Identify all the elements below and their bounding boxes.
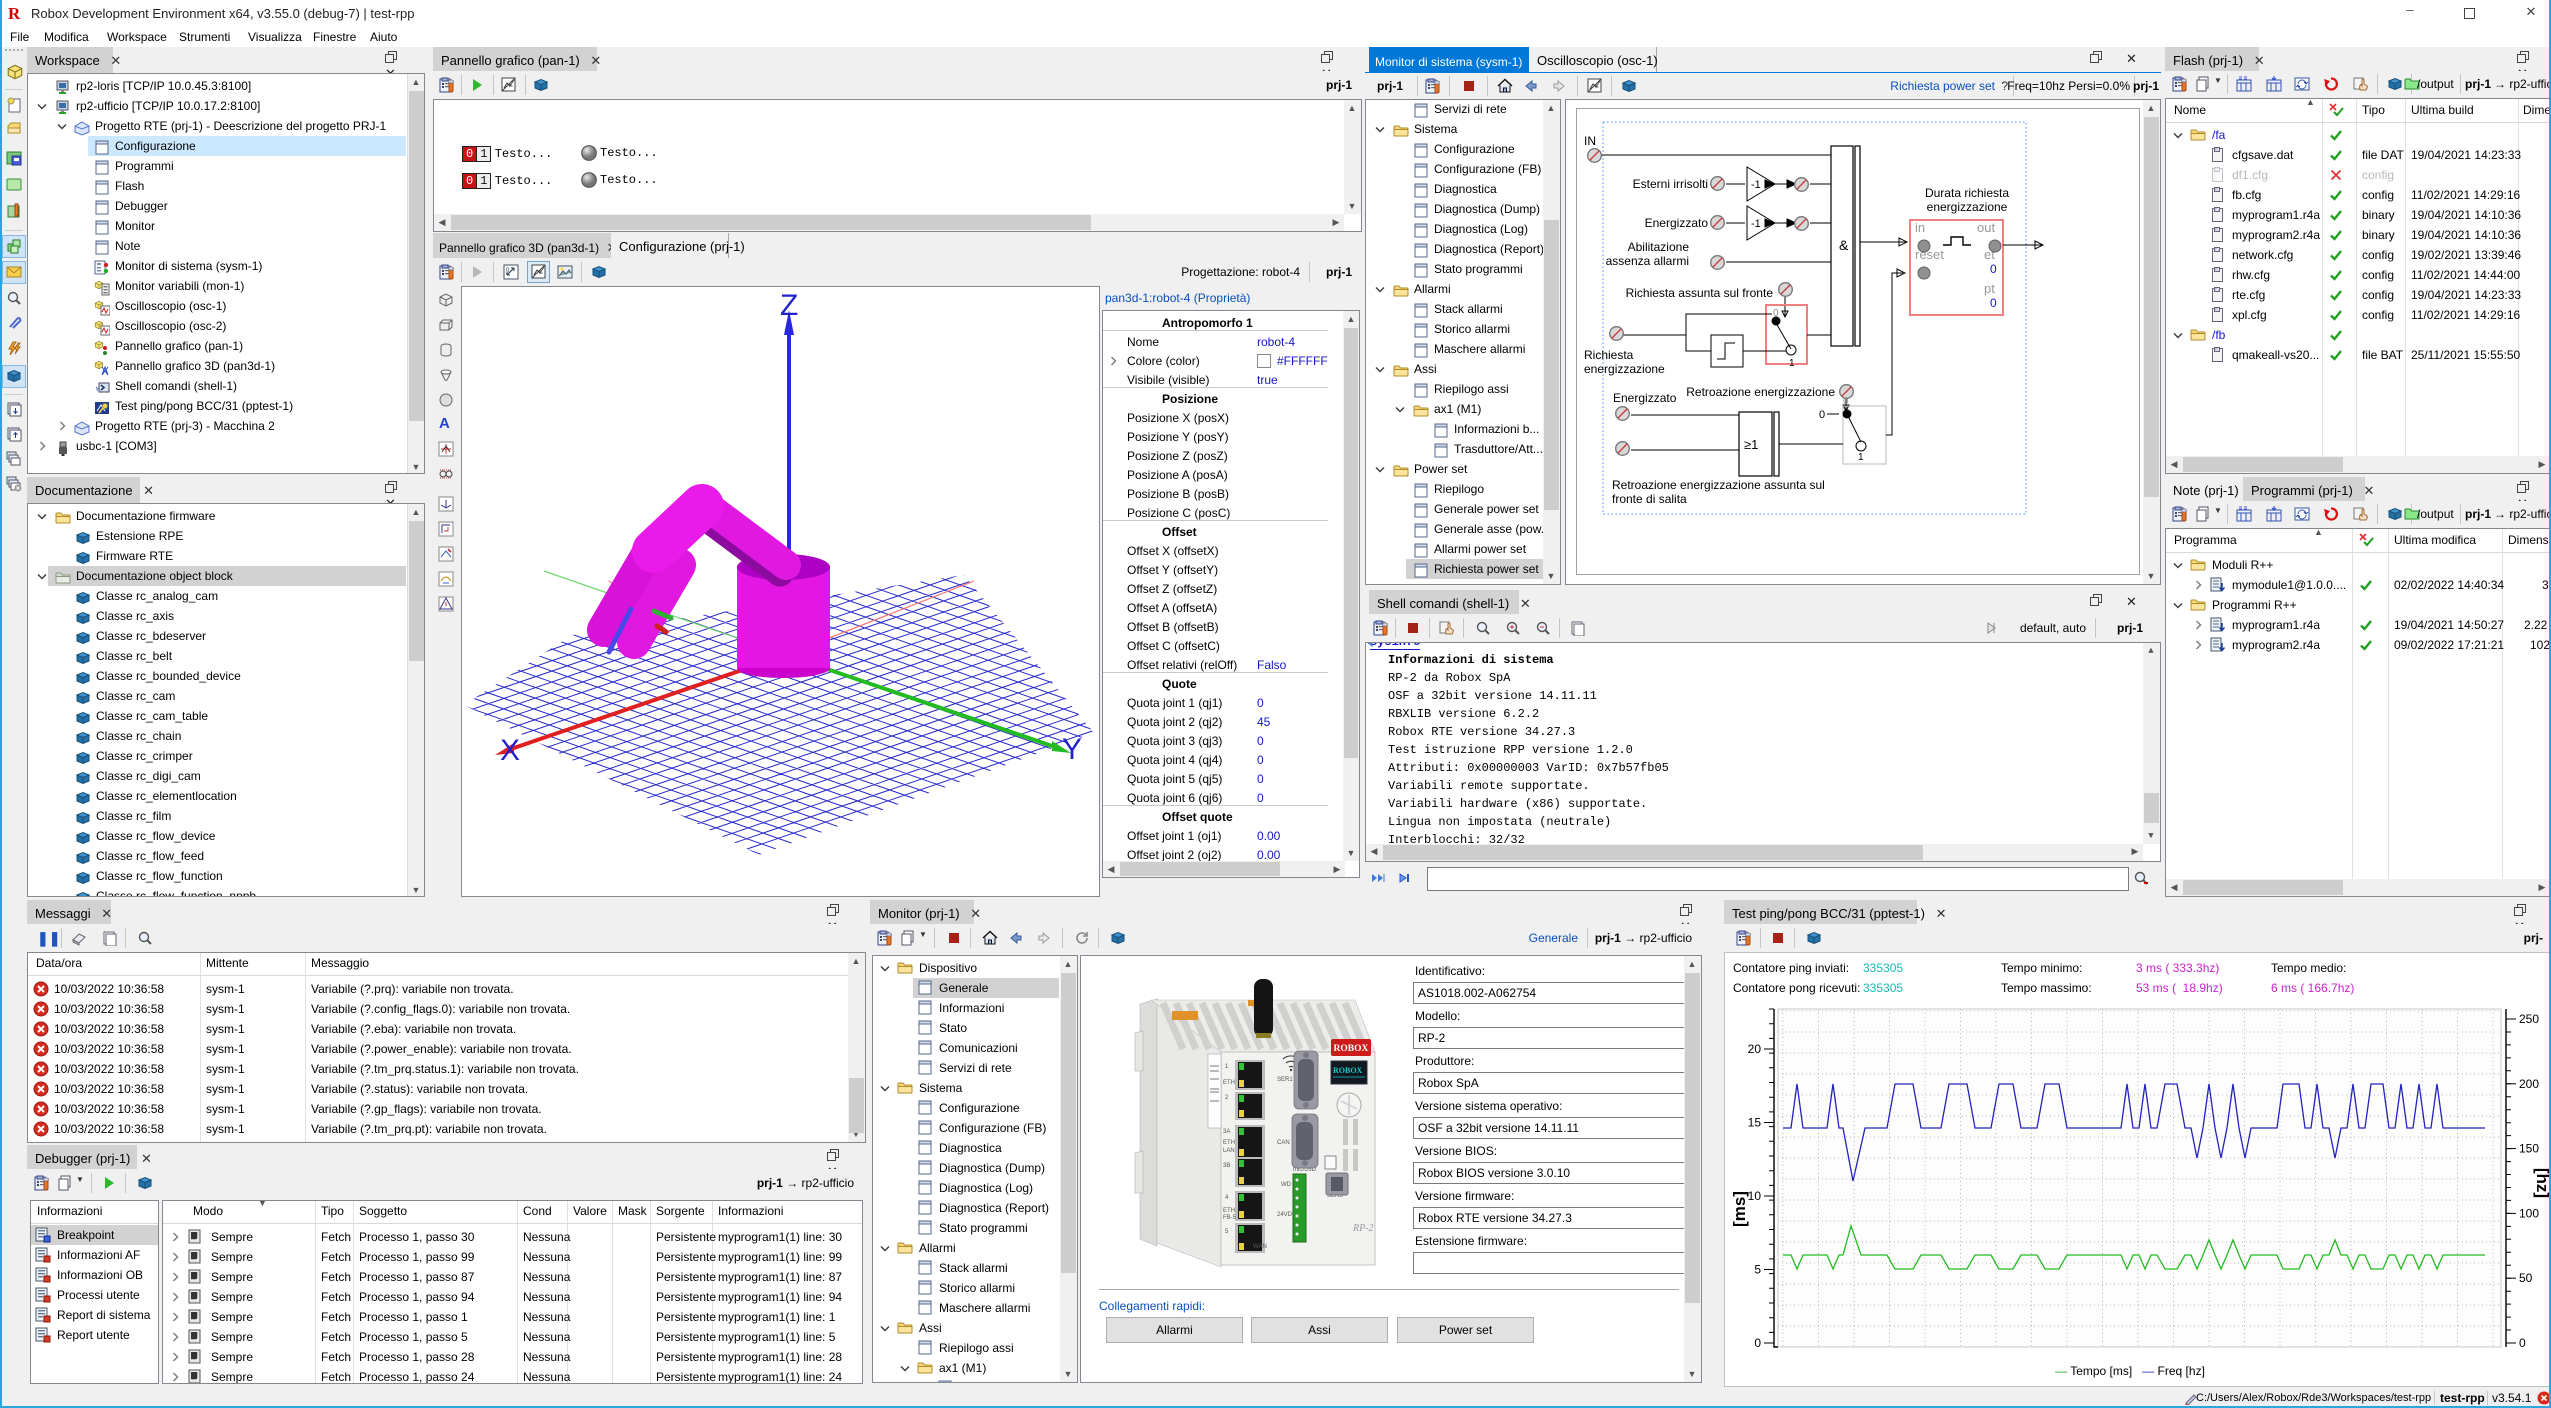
svg-text:0: 0 [1990, 296, 1997, 310]
svg-text:Richiesta: Richiesta [1584, 348, 1634, 362]
svg-text:15: 15 [1748, 1116, 1762, 1130]
svg-text:ETH: ETH [1223, 1080, 1235, 1086]
svg-text:X: X [500, 734, 520, 767]
svg-text:0: 0 [1754, 1336, 1761, 1350]
svg-text:Richiesta assunta sul fronte: Richiesta assunta sul fronte [1626, 286, 1774, 300]
svg-text:0: 0 [1990, 262, 1997, 276]
svg-text:assenza allarmi: assenza allarmi [1606, 254, 1689, 268]
svg-text:10: 10 [1748, 1189, 1762, 1203]
svg-text:out: out [1977, 220, 1995, 235]
svg-text:WD: WD [1281, 1182, 1292, 1188]
svg-text:[hz]: [hz] [2533, 1168, 2551, 1198]
svg-text:SER1: SER1 [1277, 1077, 1293, 1083]
svg-text:-1: -1 [1751, 218, 1761, 230]
svg-text:R: R [8, 5, 21, 22]
svg-text:0: 0 [2519, 1336, 2526, 1350]
svg-text:0: 0 [1773, 308, 1779, 319]
svg-text:50: 50 [2519, 1271, 2533, 1285]
svg-text:5: 5 [1754, 1263, 1761, 1277]
svg-text:100: 100 [2519, 1206, 2539, 1220]
svg-text:Y: Y [1062, 733, 1082, 766]
svg-text:Z: Z [780, 289, 798, 322]
svg-text:150: 150 [2519, 1142, 2539, 1156]
svg-text:Abilitazione: Abilitazione [1628, 240, 1690, 254]
svg-text:1: 1 [1858, 452, 1864, 463]
svg-text:-1: -1 [1751, 179, 1761, 191]
svg-text:ETH: ETH [1223, 1140, 1235, 1146]
svg-text:in: in [1915, 220, 1925, 235]
svg-text:Energizzato: Energizzato [1645, 216, 1709, 230]
svg-text:IN: IN [1584, 134, 1596, 148]
svg-text:LAN: LAN [1223, 1148, 1235, 1154]
svg-text:Retroazione energizzazione ass: Retroazione energizzazione assunta sul [1612, 478, 1825, 492]
svg-text:Durata richiesta: Durata richiesta [1925, 186, 2009, 200]
svg-text:WAN: WAN [1253, 1244, 1267, 1250]
svg-text:3A: 3A [1223, 1129, 1230, 1135]
svg-text:20: 20 [1748, 1042, 1762, 1056]
svg-text:3B: 3B [1223, 1163, 1230, 1169]
svg-text:Energizzato: Energizzato [1613, 391, 1677, 405]
svg-text:energizzazione: energizzazione [1584, 362, 1665, 376]
svg-text:pt: pt [1984, 281, 1995, 296]
svg-text:FB-5: FB-5 [1223, 1215, 1237, 1221]
svg-text:&: & [1839, 237, 1849, 253]
svg-text:ROBOX: ROBOX [1333, 1066, 1363, 1075]
svg-text:ROBOX: ROBOX [1334, 1044, 1369, 1054]
svg-text:≥1: ≥1 [1744, 437, 1758, 452]
svg-text:Retroazione energizzazione: Retroazione energizzazione [1686, 385, 1835, 399]
svg-text:CAN: CAN [1277, 1140, 1290, 1146]
svg-text:250: 250 [2519, 1012, 2539, 1026]
svg-text:energizzazione: energizzazione [1927, 200, 2008, 214]
svg-text:200: 200 [2519, 1077, 2539, 1091]
svg-text:RP-2: RP-2 [1352, 1223, 1374, 1234]
svg-text:ETH: ETH [1223, 1208, 1235, 1214]
svg-text:[ms]: [ms] [1730, 1191, 1749, 1227]
svg-text:0: 0 [1819, 409, 1825, 421]
svg-text:fronte di salita: fronte di salita [1612, 492, 1687, 506]
svg-text:Esterni irrisolti: Esterni irrisolti [1633, 177, 1708, 191]
svg-text:1: 1 [1789, 358, 1795, 369]
